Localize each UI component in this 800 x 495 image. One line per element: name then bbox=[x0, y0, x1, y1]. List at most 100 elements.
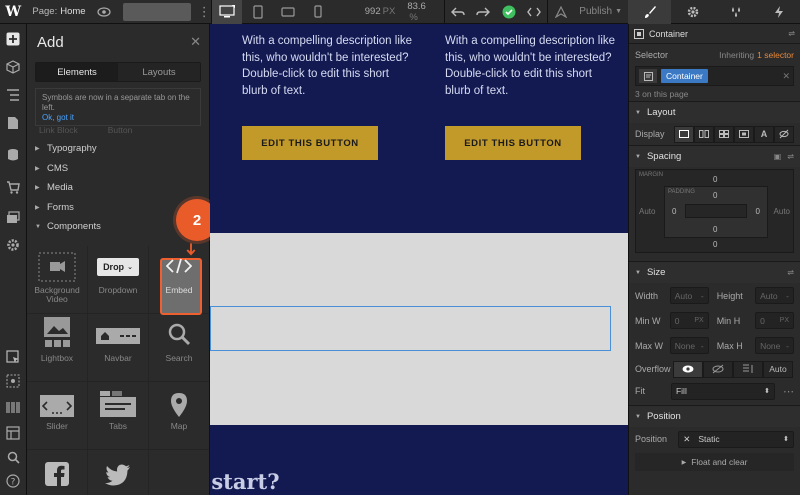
display-none-icon[interactable] bbox=[774, 125, 794, 143]
settings-gear-icon[interactable] bbox=[4, 236, 22, 254]
design-canvas[interactable]: With a compelling description like this,… bbox=[210, 24, 628, 495]
style-manager-drops-icon[interactable] bbox=[714, 0, 757, 24]
component-slider[interactable]: Slider bbox=[27, 382, 88, 450]
link-toggle-icon[interactable]: ⇌ bbox=[787, 268, 794, 277]
undo-icon[interactable] bbox=[445, 0, 470, 24]
add-panel-plus-icon[interactable] bbox=[4, 30, 22, 48]
tab-elements[interactable]: Elements bbox=[36, 63, 118, 81]
mobile-landscape-icon[interactable] bbox=[273, 0, 303, 24]
section-header-position[interactable]: ▼ Position bbox=[629, 405, 800, 427]
height-input[interactable]: Auto - bbox=[755, 287, 794, 304]
pages-icon[interactable] bbox=[4, 114, 22, 132]
symbols-cube-icon[interactable] bbox=[4, 58, 22, 76]
overflow-scroll-icon[interactable] bbox=[733, 360, 763, 378]
element-header: Container ⇌ bbox=[629, 24, 800, 44]
section-header-size[interactable]: ▼ Size ⇌ bbox=[629, 261, 800, 283]
component-tabs[interactable]: Tabs bbox=[88, 382, 149, 450]
display-grid-icon[interactable] bbox=[714, 125, 734, 143]
section-heading-fragment[interactable]: o start? bbox=[210, 469, 280, 494]
tab-layouts[interactable]: Layouts bbox=[118, 63, 200, 81]
search-icon[interactable] bbox=[4, 448, 22, 466]
container-hover-outline[interactable] bbox=[210, 306, 611, 351]
navigator-icon[interactable] bbox=[4, 86, 22, 104]
min-width-input[interactable]: 0 PX bbox=[669, 312, 709, 329]
component-dropdown[interactable]: Drop ⌄ Dropdown bbox=[88, 246, 149, 314]
category-media[interactable]: ▶ Media bbox=[27, 178, 209, 198]
code-export-icon[interactable] bbox=[521, 0, 546, 24]
inheriting-selector-count[interactable]: 1 selector bbox=[757, 50, 794, 60]
page-selector[interactable]: Page: Home bbox=[26, 0, 91, 24]
clear-selector-icon[interactable]: ✕ bbox=[782, 71, 790, 82]
page-search-field[interactable] bbox=[122, 2, 192, 21]
audit-barcode-icon[interactable] bbox=[4, 398, 22, 416]
selector-field[interactable]: Container ✕ bbox=[635, 66, 794, 86]
margin-left-value[interactable]: Auto bbox=[639, 207, 655, 216]
preview-eye-icon[interactable] bbox=[92, 0, 117, 24]
padding-left-value[interactable]: 0 bbox=[672, 207, 676, 216]
width-input[interactable]: Auto - bbox=[669, 287, 709, 304]
section-header-layout[interactable]: ▼ Layout bbox=[629, 101, 800, 123]
preview-selection-icon[interactable] bbox=[4, 372, 22, 390]
interactions-lightning-icon[interactable] bbox=[757, 0, 800, 24]
margin-bottom-value[interactable]: 0 bbox=[713, 240, 717, 249]
float-clear-toggle[interactable]: ▶ Float and clear bbox=[635, 453, 794, 471]
position-select[interactable]: ✕ Static ⬍ bbox=[678, 430, 794, 448]
style-panel-tab-brush-icon[interactable] bbox=[628, 0, 672, 24]
publish-arrow-icon[interactable] bbox=[548, 0, 573, 24]
tablet-breakpoint-icon[interactable] bbox=[242, 0, 272, 24]
padding-right-value[interactable]: 0 bbox=[756, 207, 760, 216]
settings-gear-icon[interactable] bbox=[671, 0, 714, 24]
export-panel-icon[interactable] bbox=[4, 424, 22, 442]
overflow-visible-eye-icon[interactable] bbox=[673, 360, 703, 378]
close-icon[interactable]: ✕ bbox=[190, 34, 201, 50]
spacing-preset-icon[interactable]: ▣ bbox=[774, 152, 782, 161]
chevron-down-icon: ▼ bbox=[635, 153, 641, 160]
max-height-input[interactable]: None - bbox=[755, 337, 794, 354]
component-background-video[interactable]: Background Video bbox=[27, 246, 88, 314]
overflow-hidden-icon[interactable] bbox=[703, 360, 733, 378]
dismiss-notice-link[interactable]: Ok, got it bbox=[42, 113, 74, 122]
component-navbar[interactable]: Navbar bbox=[88, 314, 149, 382]
object-fit-select[interactable]: Fill ⬍ bbox=[670, 382, 775, 400]
display-block-icon[interactable] bbox=[674, 125, 694, 143]
margin-top-value[interactable]: 0 bbox=[713, 175, 717, 184]
cms-database-icon[interactable] bbox=[4, 146, 22, 164]
fit-label: Fit bbox=[635, 386, 645, 396]
more-options-icon[interactable]: ⋮ bbox=[197, 4, 211, 20]
component-map[interactable]: Map bbox=[149, 382, 209, 450]
component-search[interactable]: Search bbox=[149, 314, 209, 382]
margin-right-value[interactable]: Auto bbox=[774, 207, 790, 216]
help-question-icon[interactable]: ? bbox=[4, 472, 22, 490]
display-flex-icon[interactable] bbox=[694, 125, 714, 143]
selector-chip[interactable]: Container bbox=[661, 69, 708, 83]
more-options-icon[interactable]: ⋯ bbox=[783, 385, 794, 398]
edit-this-button-1[interactable]: EDIT THIS BUTTON bbox=[242, 126, 378, 160]
category-typography[interactable]: ▶ Typography bbox=[27, 139, 209, 159]
component-lightbox[interactable]: Lightbox bbox=[27, 314, 88, 382]
assets-images-icon[interactable] bbox=[4, 208, 22, 226]
component-facebook[interactable] bbox=[27, 450, 88, 495]
mobile-portrait-icon[interactable] bbox=[303, 0, 333, 24]
display-inline-icon[interactable]: A bbox=[754, 125, 774, 143]
publish-button[interactable]: Publish ▼ bbox=[573, 6, 628, 17]
redo-icon[interactable] bbox=[471, 0, 496, 24]
desktop-breakpoint-icon[interactable] bbox=[212, 0, 243, 24]
webflow-logo-icon[interactable]: W bbox=[0, 0, 26, 24]
section-header-spacing[interactable]: ▼ Spacing ▣ ⇌ bbox=[629, 145, 800, 167]
edit-this-button-2[interactable]: EDIT THIS BUTTON bbox=[445, 126, 581, 160]
category-cms[interactable]: ▶ CMS bbox=[27, 159, 209, 179]
max-width-input[interactable]: None - bbox=[669, 337, 709, 354]
feature-description-1[interactable]: With a compelling description like this,… bbox=[242, 33, 417, 99]
component-twitter[interactable] bbox=[88, 450, 149, 495]
min-height-input[interactable]: 0 PX bbox=[755, 312, 794, 329]
link-toggle-icon[interactable]: ⇌ bbox=[788, 29, 795, 38]
display-inline-block-icon[interactable] bbox=[734, 125, 754, 143]
feature-description-2[interactable]: With a compelling description like this,… bbox=[445, 33, 620, 99]
ecommerce-cart-icon[interactable] bbox=[4, 178, 22, 196]
link-toggle-icon[interactable]: ⇌ bbox=[787, 152, 794, 161]
publish-status-check-icon[interactable] bbox=[496, 0, 521, 24]
padding-top-value[interactable]: 0 bbox=[713, 191, 717, 200]
overflow-auto-button[interactable]: Auto bbox=[763, 360, 793, 378]
padding-bottom-value[interactable]: 0 bbox=[713, 225, 717, 234]
select-element-cursor-icon[interactable] bbox=[4, 348, 22, 366]
